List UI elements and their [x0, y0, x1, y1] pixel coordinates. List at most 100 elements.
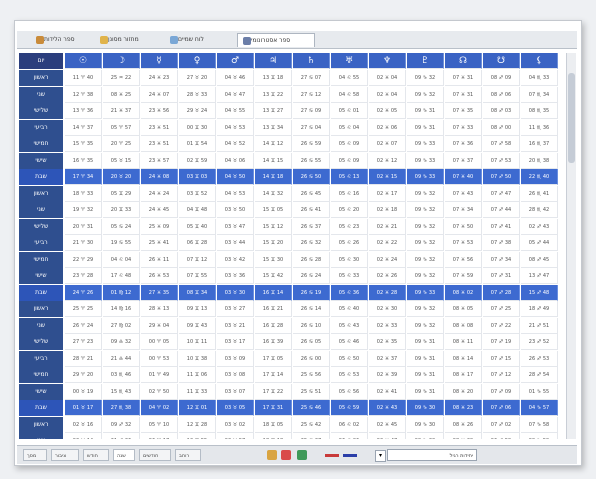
table-cell[interactable]: 07 ♊ 12 [179, 251, 216, 268]
table-cell[interactable]: 09 ♑ 33 [407, 136, 444, 152]
table-cell[interactable]: 08 ♏ 35 [521, 103, 558, 119]
table-cell[interactable]: 07 ♓ 34 [445, 202, 482, 218]
table-cell[interactable]: 09 ♊ 43 [179, 317, 216, 334]
table-cell[interactable]: 07 ♐ 44 [483, 202, 520, 218]
table-cell[interactable]: 24 ♓ 24 [141, 185, 178, 202]
table-row[interactable]: חמישי 29 ♈ 20 03 ♏ 46 01 ♈ 49 11 ♊ 06 03 ♉ 08… [19, 367, 564, 384]
table-cell[interactable]: 09 ♊ 13 [179, 301, 216, 317]
table-cell[interactable]: 02 ♓ 22 [369, 235, 406, 251]
bottom-tab-3[interactable]: שנה [113, 449, 135, 461]
table-cell[interactable]: 05 ♌ 33 [331, 268, 368, 284]
table-cell[interactable]: 26 ♋ 00 [293, 350, 330, 367]
table-cell[interactable]: 05 ♌ 01 [331, 103, 368, 119]
table-row[interactable]: ראשון 18 ♈ 33 05 ♊ 29 24 ♓ 24 03 ♊ 52 04 ♉ 53… [19, 185, 564, 203]
table-cell[interactable]: 07 ♓ 53 [445, 235, 482, 251]
table-cell[interactable]: 01 ♈ 49 [141, 367, 178, 383]
table-cell[interactable]: 09 ♎ 32 [103, 334, 140, 350]
table-cell[interactable]: 26 ♋ 37 [293, 218, 330, 235]
table-cell[interactable]: 13 ♈ 36 [65, 103, 102, 119]
table-cell[interactable]: 02 ♓ 15 [369, 169, 406, 185]
table-cell[interactable]: 07 ♐ 19 [483, 334, 520, 350]
table-cell[interactable]: 12 ♈ 38 [65, 86, 102, 103]
table-cell[interactable]: 05 ♊ 40 [179, 218, 216, 235]
table-cell[interactable]: 26 ♋ 50 [293, 169, 330, 185]
table-cell[interactable]: 02 ♓ 33 [369, 317, 406, 334]
table-cell[interactable]: 02 ♓ 05 [369, 103, 406, 119]
table-cell[interactable]: 28 ♏ 42 [521, 202, 558, 218]
table-cell[interactable]: 26 ♓ 11 [141, 251, 178, 268]
table-cell[interactable]: 15 ♊ 12 [255, 218, 292, 235]
table-cell[interactable]: 05 ♊ 29 [103, 185, 140, 202]
table-row[interactable]: שישי 23 ♈ 28 17 ♌ 48 26 ♓ 53 07 ♊ 55 03 ♉ 36 1… [19, 268, 564, 285]
table-cell[interactable]: 04 ♉ 47 [217, 86, 254, 103]
table-cell[interactable]: 26 ♋ 24 [293, 268, 330, 284]
table-cell[interactable]: 23 ♓ 51 [141, 136, 178, 152]
table-cell[interactable]: 09 ♑ 32 [407, 218, 444, 235]
table-cell[interactable]: 09 ♑ 30 [407, 416, 444, 433]
table-cell[interactable]: 03 ♊ 52 [179, 185, 216, 202]
table-cell[interactable]: 14 ♊ 18 [255, 169, 292, 185]
tab-sky-chart[interactable]: לוח שמיים [165, 33, 233, 47]
table-cell[interactable]: 02 ♓ 43 [369, 400, 406, 416]
table-cell[interactable]: 26 ♋ 05 [293, 334, 330, 350]
bottom-tab-4[interactable]: חודשים [139, 449, 171, 461]
table-cell[interactable]: 10 ♊ 38 [179, 350, 216, 367]
table-cell[interactable]: 07 ♓ 31 [445, 86, 482, 103]
table-cell[interactable]: 14 ♍ 16 [103, 301, 140, 317]
table-cell[interactable]: 08 ♓ 05 [445, 301, 482, 317]
table-cell[interactable]: 07 ♓ 36 [445, 136, 482, 152]
table-cell[interactable]: 08 ♐ 00 [483, 119, 520, 136]
table-row[interactable]: שישי 00 ♉ 19 15 ♏ 43 02 ♈ 50 11 ♊ 33 03 ♉ 07 1… [19, 383, 564, 401]
table-cell[interactable]: 06 ♌ 02 [331, 416, 368, 433]
table-cell[interactable]: 11 ♏ 36 [521, 119, 558, 136]
table-cell[interactable]: 04 ♈ 02 [141, 400, 178, 416]
table-cell[interactable]: 07 ♓ 37 [445, 152, 482, 169]
table-cell[interactable]: 27 ♍ 02 [103, 317, 140, 334]
table-cell[interactable]: 25 ♓ 09 [141, 218, 178, 235]
tab-filtered-cycle[interactable]: מחזור מסונן [95, 33, 161, 47]
table-cell[interactable]: 13 ♐ 47 [521, 268, 558, 284]
table-cell[interactable]: 07 ♐ 12 [483, 367, 520, 383]
table-cell[interactable]: 07 ♓ 50 [445, 218, 482, 235]
table-cell[interactable]: 04 ♉ 55 [217, 103, 254, 119]
table-cell[interactable]: 09 ♑ 32 [407, 202, 444, 218]
table-cell[interactable]: 04 ♌ 04 [103, 251, 140, 268]
table-cell[interactable]: 13 ♊ 27 [255, 103, 292, 119]
table-cell[interactable]: 02 ♓ 41 [369, 383, 406, 400]
table-cell[interactable]: 11 ♈ 40 [65, 70, 102, 86]
table-cell[interactable]: 17 ♊ 14 [255, 367, 292, 383]
table-cell[interactable]: 16 ♊ 14 [255, 284, 292, 301]
table-cell[interactable]: 21 ♈ 30 [65, 235, 102, 251]
table-cell[interactable]: 03 ♉ 42 [217, 251, 254, 268]
table-cell[interactable]: 14 ♈ 37 [65, 119, 102, 136]
table-cell[interactable]: 09 ♑ 32 [407, 235, 444, 251]
table-cell[interactable]: 07 ♓ 33 [445, 119, 482, 136]
table-cell[interactable]: 13 ♊ 34 [255, 119, 292, 136]
table-cell[interactable]: 02 ♓ 18 [369, 202, 406, 218]
table-cell[interactable]: 05 ♌ 09 [331, 152, 368, 169]
table-cell[interactable]: 16 ♊ 39 [255, 334, 292, 350]
tab-birth-book[interactable]: ספר הלידות [31, 33, 91, 47]
table-cell[interactable]: 28 ♉ 33 [179, 86, 216, 103]
table-cell[interactable]: 26 ♋ 59 [293, 136, 330, 152]
table-cell[interactable]: 29 ♉ 24 [179, 103, 216, 119]
table-cell[interactable]: 15 ♐ 48 [521, 284, 558, 301]
table-cell[interactable]: 02 ♓ 12 [369, 152, 406, 169]
table-cell[interactable]: 08 ♓ 29 [445, 433, 482, 439]
table-cell[interactable]: 02 ♉ 16 [65, 416, 102, 433]
table-cell[interactable]: 28 ♓ 13 [141, 301, 178, 317]
table-cell[interactable]: 04 ♉ 53 [217, 119, 254, 136]
table-cell[interactable]: 05 ♌ 56 [331, 383, 368, 400]
table-cell[interactable]: 22 ♈ 29 [65, 251, 102, 268]
table-cell[interactable]: 03 ♉ 30 [217, 284, 254, 301]
table-cell[interactable]: 07 ♐ 09 [483, 383, 520, 400]
table-cell[interactable]: 29 ♓ 04 [141, 317, 178, 334]
table-cell[interactable]: 24 ♓ 23 [141, 70, 178, 86]
table-cell[interactable]: 15 ♊ 20 [255, 235, 292, 251]
table-cell[interactable]: 24 ♓ 08 [141, 169, 178, 185]
table-cell[interactable]: 18 ♈ 33 [65, 185, 102, 202]
table-cell[interactable]: 23 ♓ 51 [141, 119, 178, 136]
table-cell[interactable]: 22 ♏ 40 [521, 169, 558, 185]
table-cell[interactable]: 09 ♑ 32 [407, 301, 444, 317]
table-cell[interactable]: 03 ♉ 05 [217, 400, 254, 416]
